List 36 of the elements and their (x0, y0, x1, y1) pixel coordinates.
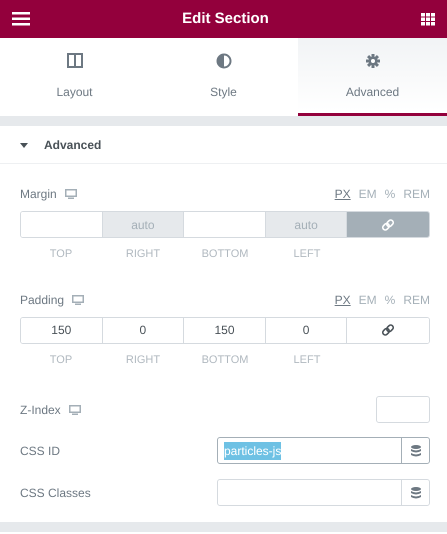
control-label: CSS Classes (20, 484, 91, 502)
contrast-icon (216, 53, 232, 69)
side-label: LEFT (292, 247, 322, 262)
side-label: TOP (48, 352, 74, 368)
database-icon[interactable] (410, 444, 420, 456)
side-label: RIGHT (124, 247, 162, 262)
input-field[interactable] (21, 212, 103, 237)
monitor-icon (64, 189, 77, 199)
section-title: Advanced (44, 136, 102, 154)
side-label: BOTTOM (200, 247, 250, 262)
menu-icon[interactable] (12, 12, 30, 26)
unit-option[interactable]: PX (334, 185, 351, 203)
monitor-icon (68, 404, 81, 414)
apps-grid-icon[interactable] (421, 12, 435, 26)
input-field[interactable] (376, 396, 430, 423)
control-label: Margin (20, 186, 57, 203)
tab[interactable]: Advanced (298, 38, 447, 116)
side-label: LEFT (292, 352, 322, 368)
monitor-icon (72, 294, 84, 304)
side-label: TOP (48, 247, 74, 262)
control-label: Z-Index (20, 402, 61, 418)
side-label: RIGHT (124, 352, 162, 368)
link-icon (382, 218, 394, 230)
window-title: Edit Section (182, 8, 269, 29)
control-label: Padding (20, 292, 64, 308)
input-field[interactable] (217, 479, 430, 506)
side-label: BOTTOM (200, 352, 250, 368)
unit-option[interactable]: PX (334, 290, 351, 308)
database-icon[interactable] (410, 486, 420, 498)
caret-down-icon (20, 140, 28, 148)
gear-icon (364, 53, 380, 69)
control-label: CSS ID (20, 442, 60, 460)
section-header[interactable]: Advanced (0, 126, 447, 164)
link-icon (382, 324, 394, 336)
input-field[interactable]: 150 (21, 318, 103, 342)
columns-icon (66, 53, 82, 69)
